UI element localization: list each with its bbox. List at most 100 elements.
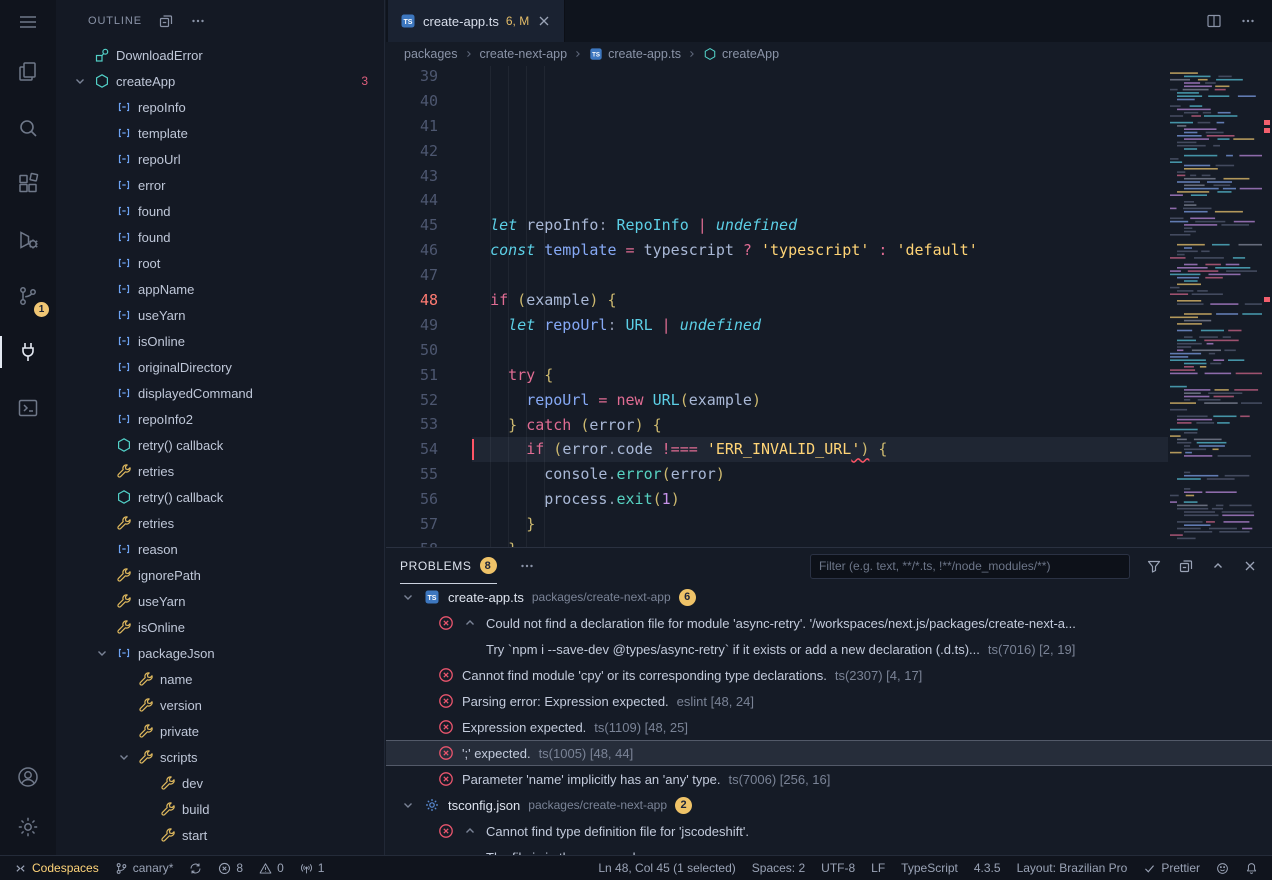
breadcrumb-packages[interactable]: packages	[404, 47, 458, 61]
status-language-mode[interactable]: TypeScript	[895, 856, 964, 880]
activity-panel-button[interactable]	[0, 380, 56, 436]
problem-row[interactable]: Cannot find type definition file for 'js…	[386, 818, 1272, 844]
status-warning-count[interactable]: 0	[253, 856, 290, 880]
outline-item-build[interactable]: build	[56, 796, 384, 822]
activity-settings-button[interactable]	[0, 799, 56, 855]
status-notifications[interactable]	[1239, 856, 1264, 880]
problems-filter-input[interactable]	[810, 554, 1130, 579]
status-cursor-position[interactable]: Ln 48, Col 45 (1 selected)	[592, 856, 741, 880]
outline-item-private[interactable]: private	[56, 718, 384, 744]
code-line[interactable]: const template = typescript ? 'typescrip…	[472, 238, 1168, 263]
editor-more-icon[interactable]	[1240, 13, 1256, 29]
outline-item-retries[interactable]: retries	[56, 458, 384, 484]
code-line[interactable]: if (error.code !=== 'ERR_INVALID_URL') {	[472, 437, 1168, 462]
activity-explorer-button[interactable]	[0, 44, 56, 100]
problem-row[interactable]: Cannot find module 'cpy' or its correspo…	[386, 662, 1272, 688]
outline-item-packagejson[interactable]: packageJson	[56, 640, 384, 666]
code-editor[interactable]: 3940414243444546474849505152535455565758…	[386, 66, 1272, 547]
problem-row[interactable]: Could not find a declaration file for mo…	[386, 610, 1272, 636]
status-eol[interactable]: LF	[865, 856, 891, 880]
code-line[interactable]: process.exit(1)	[472, 487, 1168, 512]
outline-item-displayedcommand[interactable]: displayedCommand	[56, 380, 384, 406]
code-line[interactable]: }	[472, 537, 1168, 547]
activity-codespaces-button[interactable]	[0, 324, 56, 380]
more-actions-icon[interactable]	[190, 13, 206, 29]
code-line[interactable]: try {	[472, 363, 1168, 388]
problem-row[interactable]: Parsing error: Expression expected.eslin…	[386, 688, 1272, 714]
problems-file-row[interactable]: TScreate-app.tspackages/create-next-app6	[386, 584, 1272, 610]
activity-menu-button[interactable]	[0, 0, 56, 44]
outline-item-isonline[interactable]: isOnline	[56, 328, 384, 354]
outline-item-version[interactable]: version	[56, 692, 384, 718]
chevron-up-icon[interactable]	[462, 615, 478, 631]
code-line[interactable]: let repoInfo: RepoInfo | undefined	[472, 213, 1168, 238]
problem-row[interactable]: ';' expected.ts(1005) [48, 44]	[386, 740, 1272, 766]
panel-more-icon[interactable]	[519, 558, 535, 574]
activity-extensions-button[interactable]	[0, 156, 56, 212]
tab-close-icon[interactable]	[536, 13, 552, 29]
status-remote-host[interactable]: Codespaces	[8, 856, 105, 880]
maximize-panel-icon[interactable]	[1210, 558, 1226, 574]
code-line[interactable]: repoUrl = new URL(example)	[472, 388, 1168, 413]
outline-item-createapp[interactable]: createApp3	[56, 68, 384, 94]
outline-item-name[interactable]: name	[56, 666, 384, 692]
outline-item-downloaderror[interactable]: DownloadError	[56, 42, 384, 68]
filter-icon[interactable]	[1146, 558, 1162, 574]
outline-item-dev[interactable]: dev	[56, 770, 384, 796]
chevron-down-icon[interactable]	[94, 645, 110, 661]
collapse-all-icon[interactable]	[158, 13, 174, 29]
status-ports[interactable]: 1	[294, 856, 331, 880]
problem-related-info-row[interactable]: The file is in the program because:	[386, 844, 1272, 855]
breadcrumb-createapp[interactable]: createApp	[703, 47, 779, 61]
chevron-down-icon[interactable]	[400, 797, 416, 813]
outline-item-retries[interactable]: retries	[56, 510, 384, 536]
chevron-up-icon[interactable]	[462, 823, 478, 839]
outline-item-repoinfo2[interactable]: repoInfo2	[56, 406, 384, 432]
activity-run-debug-button[interactable]	[0, 212, 56, 268]
breadcrumb-create-app-ts[interactable]: TScreate-app.ts	[589, 47, 681, 61]
minimap[interactable]	[1168, 66, 1262, 547]
code-line[interactable]	[472, 263, 1168, 288]
chevron-down-icon[interactable]	[116, 749, 132, 765]
activity-search-button[interactable]	[0, 100, 56, 156]
outline-item-found[interactable]: found	[56, 224, 384, 250]
activity-source-control-button[interactable]: 1	[0, 268, 56, 324]
collapse-all-problems-icon[interactable]	[1178, 558, 1194, 574]
outline-item-originaldirectory[interactable]: originalDirectory	[56, 354, 384, 380]
status-sync[interactable]	[183, 856, 208, 880]
split-editor-icon[interactable]	[1206, 13, 1222, 29]
code-line[interactable]: let repoUrl: URL | undefined	[472, 313, 1168, 338]
status-layout[interactable]: Layout: Brazilian Pro	[1011, 856, 1134, 880]
editor-tab-create-app[interactable]: TS create-app.ts 6, M	[388, 0, 565, 42]
status-git-branch[interactable]: canary*	[109, 856, 180, 880]
outline-item-repoinfo[interactable]: repoInfo	[56, 94, 384, 120]
outline-item-template[interactable]: template	[56, 120, 384, 146]
status-encoding[interactable]: UTF-8	[815, 856, 861, 880]
outline-item-error[interactable]: error	[56, 172, 384, 198]
activity-account-button[interactable]	[0, 755, 56, 799]
outline-item-reason[interactable]: reason	[56, 536, 384, 562]
outline-item-found[interactable]: found	[56, 198, 384, 224]
code-line[interactable]: }	[472, 512, 1168, 537]
problem-related-info-row[interactable]: Try `npm i --save-dev @types/async-retry…	[386, 636, 1272, 662]
problems-file-row[interactable]: tsconfig.jsonpackages/create-next-app2	[386, 792, 1272, 818]
close-panel-icon[interactable]	[1242, 558, 1258, 574]
breadcrumb-create-next-app[interactable]: create-next-app	[480, 47, 568, 61]
outline-item-useyarn[interactable]: useYarn	[56, 302, 384, 328]
status-feedback[interactable]	[1210, 856, 1235, 880]
status-indentation[interactable]: Spaces: 2	[746, 856, 811, 880]
outline-item-appname[interactable]: appName	[56, 276, 384, 302]
outline-item-root[interactable]: root	[56, 250, 384, 276]
outline-item-repourl[interactable]: repoUrl	[56, 146, 384, 172]
problem-row[interactable]: Parameter 'name' implicitly has an 'any'…	[386, 766, 1272, 792]
status-ts-version[interactable]: 4.3.5	[968, 856, 1007, 880]
code-line[interactable]	[472, 338, 1168, 363]
code-line[interactable]: console.error(error)	[472, 462, 1168, 487]
code-line[interactable]: } catch (error) {	[472, 413, 1168, 438]
problem-row[interactable]: Expression expected.ts(1109) [48, 25]	[386, 714, 1272, 740]
status-error-count[interactable]: 8	[212, 856, 249, 880]
outline-item-retry-callback[interactable]: retry() callback	[56, 432, 384, 458]
outline-item-start[interactable]: start	[56, 822, 384, 848]
chevron-down-icon[interactable]	[400, 589, 416, 605]
outline-item-ignorepath[interactable]: ignorePath	[56, 562, 384, 588]
